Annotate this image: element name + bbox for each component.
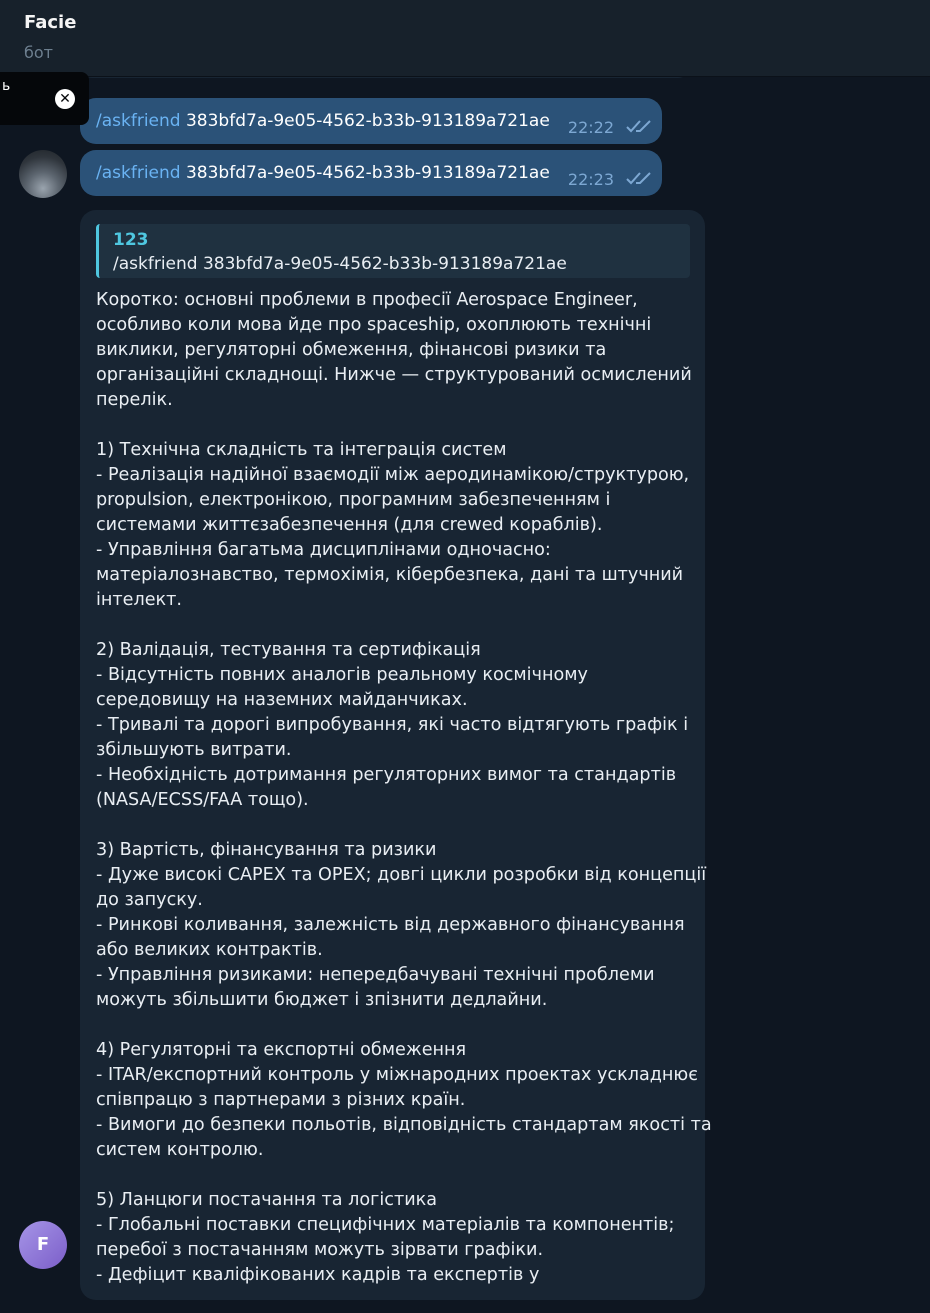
message-line: інтелект. <box>96 590 183 610</box>
message-line: - Управління багатьма дисциплінами одноч… <box>96 540 551 560</box>
reply-author: 123 <box>113 230 149 250</box>
message-line: - Управління ризиками: непередбачувані т… <box>96 965 655 985</box>
message-line: - Необхідність дотримання регуляторних в… <box>96 765 677 785</box>
chat-header[interactable]: Facie бот <box>0 0 930 77</box>
message-line: 4) Регуляторні та експортні обмеження <box>96 1040 467 1060</box>
avatar[interactable] <box>19 150 67 198</box>
reply-text: /askfriend 383bfd7a-9e05-4562-b33b-91318… <box>113 254 567 274</box>
chat-subtitle: бот <box>24 43 53 62</box>
message-line: 2) Валідація, тестування та сертифікація <box>96 640 481 660</box>
message-line: систем контролю. <box>96 1140 264 1160</box>
message-line: середовищу на наземних майданчиках. <box>96 690 468 710</box>
message-paragraph: 4) Регуляторні та експортні обмеження - … <box>96 1038 712 1163</box>
message-line: або великих контрактів. <box>96 940 323 960</box>
message-line: виклики, регуляторні обмеження, фінансов… <box>96 340 607 360</box>
command-link[interactable]: /askfriend <box>96 163 181 183</box>
message-paragraph: 2) Валідація, тестування та сертифікація… <box>96 638 696 813</box>
popup-text: ь <box>2 78 11 94</box>
double-check-icon <box>626 172 651 185</box>
message-line: - Дуже високі CAPEX та OPEX; довгі цикли… <box>96 865 707 885</box>
message-line: 3) Вартість, фінансування та ризики <box>96 840 437 860</box>
command-argument: 383bfd7a-9e05-4562-b33b-913189a721ae <box>185 111 550 131</box>
message-line: 5) Ланцюги постачання та логістика <box>96 1190 438 1210</box>
message-line: - Ринкові коливання, залежність від держ… <box>96 915 685 935</box>
message-line: збільшують витрати. <box>96 740 292 760</box>
message-time: 22:22 <box>567 118 614 137</box>
message-text: /askfriend 383bfd7a-9e05-4562-b33b-91318… <box>96 111 550 131</box>
message-paragraph: Коротко: основні проблеми в професії Aer… <box>96 288 696 413</box>
double-check-icon <box>626 120 651 133</box>
message-line: особливо коли мова йде про spaceship, ох… <box>96 315 652 335</box>
incoming-message[interactable]: 123 /askfriend 383bfd7a-9e05-4562-b33b-9… <box>80 210 712 1300</box>
message-line: - ITAR/експортний контроль у міжнародних… <box>96 1065 698 1085</box>
message-line: організаційні складнощі. Нижче — структу… <box>96 365 692 385</box>
message-paragraph: 3) Вартість, фінансування та ризики - Ду… <box>96 838 707 1013</box>
chat-title[interactable]: Facie <box>24 12 76 33</box>
message-line: матеріалознавство, термохімія, кібербезп… <box>96 565 684 585</box>
close-icon[interactable]: ✕ <box>55 89 75 109</box>
message-body: Коротко: основні проблеми в професії Aer… <box>96 288 712 1313</box>
message-line: перелік. <box>96 390 173 410</box>
message-line: - Вимоги до безпеки польотів, відповідні… <box>96 1115 712 1135</box>
message-line: - Відсутність повних аналогів реальному … <box>96 665 588 685</box>
message-time: 22:23 <box>567 170 614 189</box>
outgoing-message[interactable]: /askfriend 383bfd7a-9e05-4562-b33b-91318… <box>80 150 662 196</box>
bot-avatar[interactable]: F <box>19 1221 67 1269</box>
message-line: до запуску. <box>96 890 203 910</box>
message-paragraph: 1) Технічна складність та інтеграція сис… <box>96 438 696 613</box>
message-line: 1) Технічна складність та інтеграція сис… <box>96 440 507 460</box>
command-link[interactable]: /askfriend <box>96 111 181 131</box>
message-line: системами життєзабезпечення (для crewed … <box>96 515 603 535</box>
reply-quote[interactable]: 123 /askfriend 383bfd7a-9e05-4562-b33b-9… <box>96 224 690 278</box>
message-line: перебої з постачанням можуть зірвати гра… <box>96 1240 544 1260</box>
message-line: - Реалізація надійної взаємодії між аеро… <box>96 465 690 485</box>
message-line: (NASA/ECSS/FAA тощо). <box>96 790 309 810</box>
message-line: співпрацю з партнерами з різних країн. <box>96 1090 466 1110</box>
outgoing-message[interactable]: /askfriend 383bfd7a-9e05-4562-b33b-91318… <box>80 98 662 144</box>
message-line: - Дефіцит кваліфікованих кадрів та експе… <box>96 1265 540 1285</box>
notification-popup[interactable]: ь <box>0 72 89 125</box>
command-argument: 383bfd7a-9e05-4562-b33b-913189a721ae <box>185 163 550 183</box>
message-text: /askfriend 383bfd7a-9e05-4562-b33b-91318… <box>96 163 550 183</box>
message-line: Коротко: основні проблеми в професії Aer… <box>96 290 638 310</box>
message-line: propulsion, електронікою, програмним заб… <box>96 490 611 510</box>
message-paragraph: 5) Ланцюги постачання та логістика - Гло… <box>96 1188 696 1288</box>
message-line: - Глобальні поставки специфічних матеріа… <box>96 1215 675 1235</box>
message-line: - Тривалі та дорогі випробування, які ча… <box>96 715 689 735</box>
message-line: можуть збільшити бюджет і зпізнити дедла… <box>96 990 548 1010</box>
